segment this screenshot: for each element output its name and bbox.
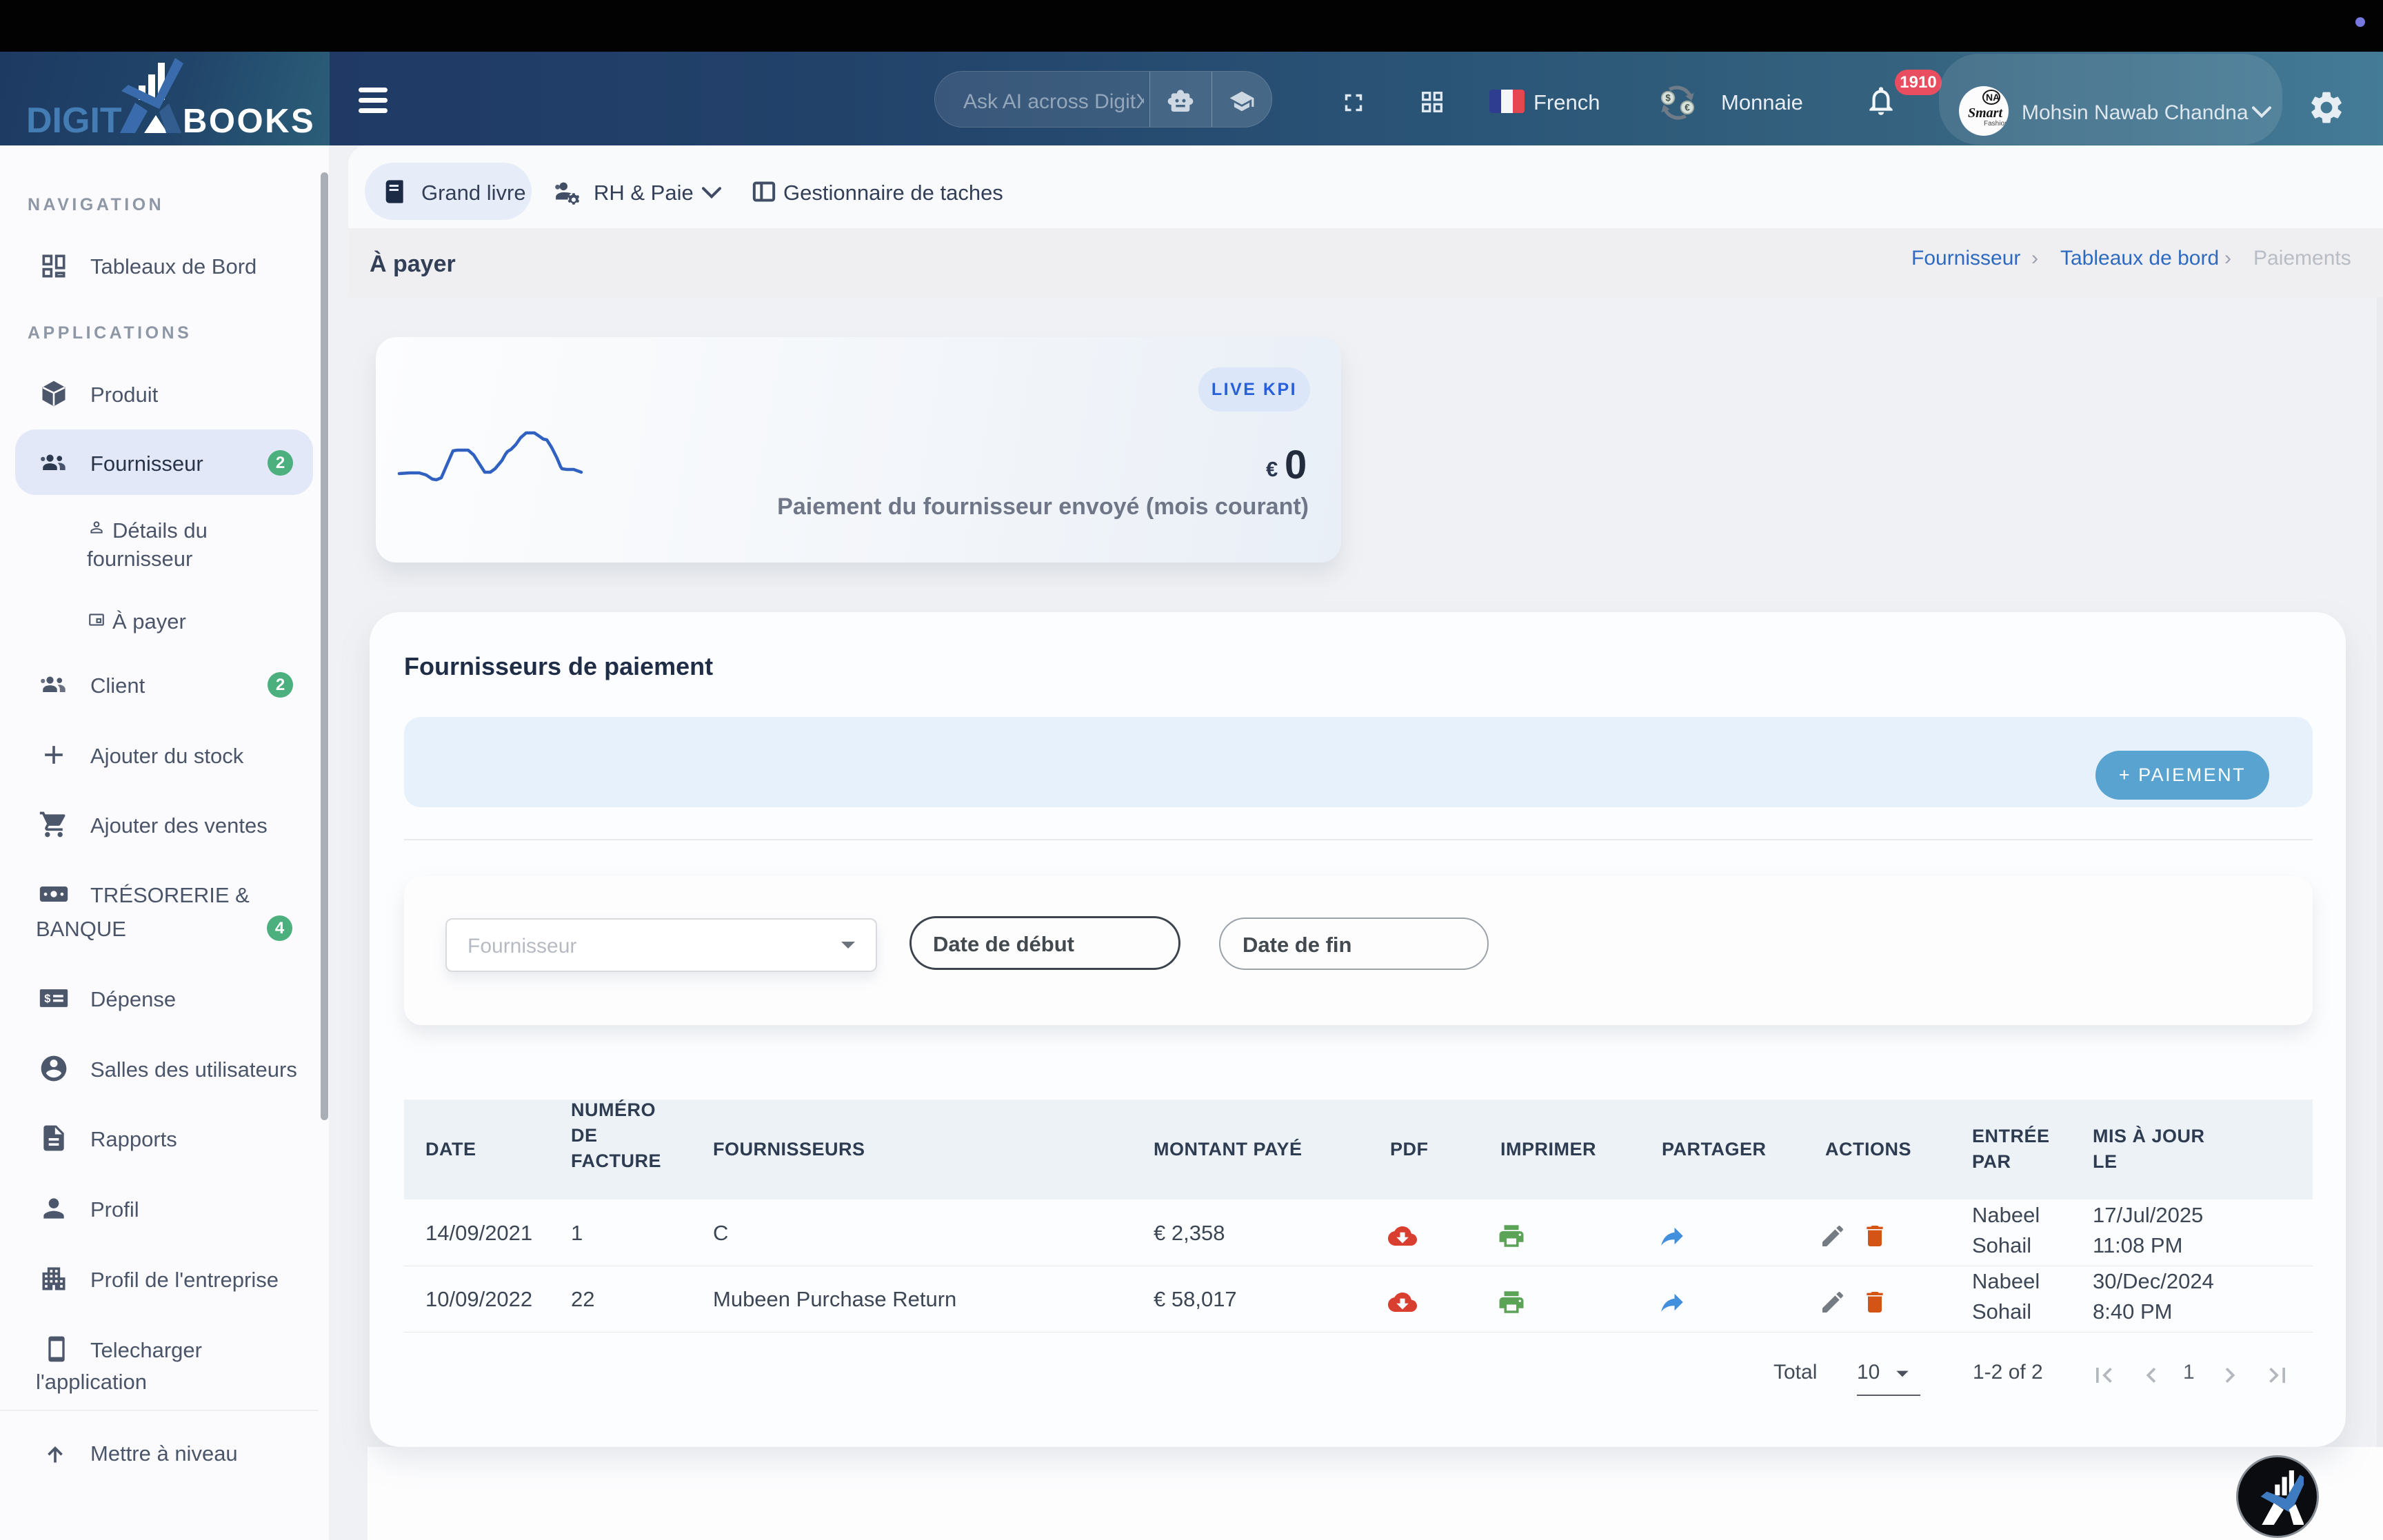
svg-text:€: €	[1685, 103, 1690, 113]
svg-text:$: $	[44, 993, 50, 1005]
svg-text:BOOKS: BOOKS	[183, 103, 315, 140]
svg-text:DIGIT: DIGIT	[26, 101, 122, 141]
svg-text:$: $	[1665, 93, 1671, 103]
